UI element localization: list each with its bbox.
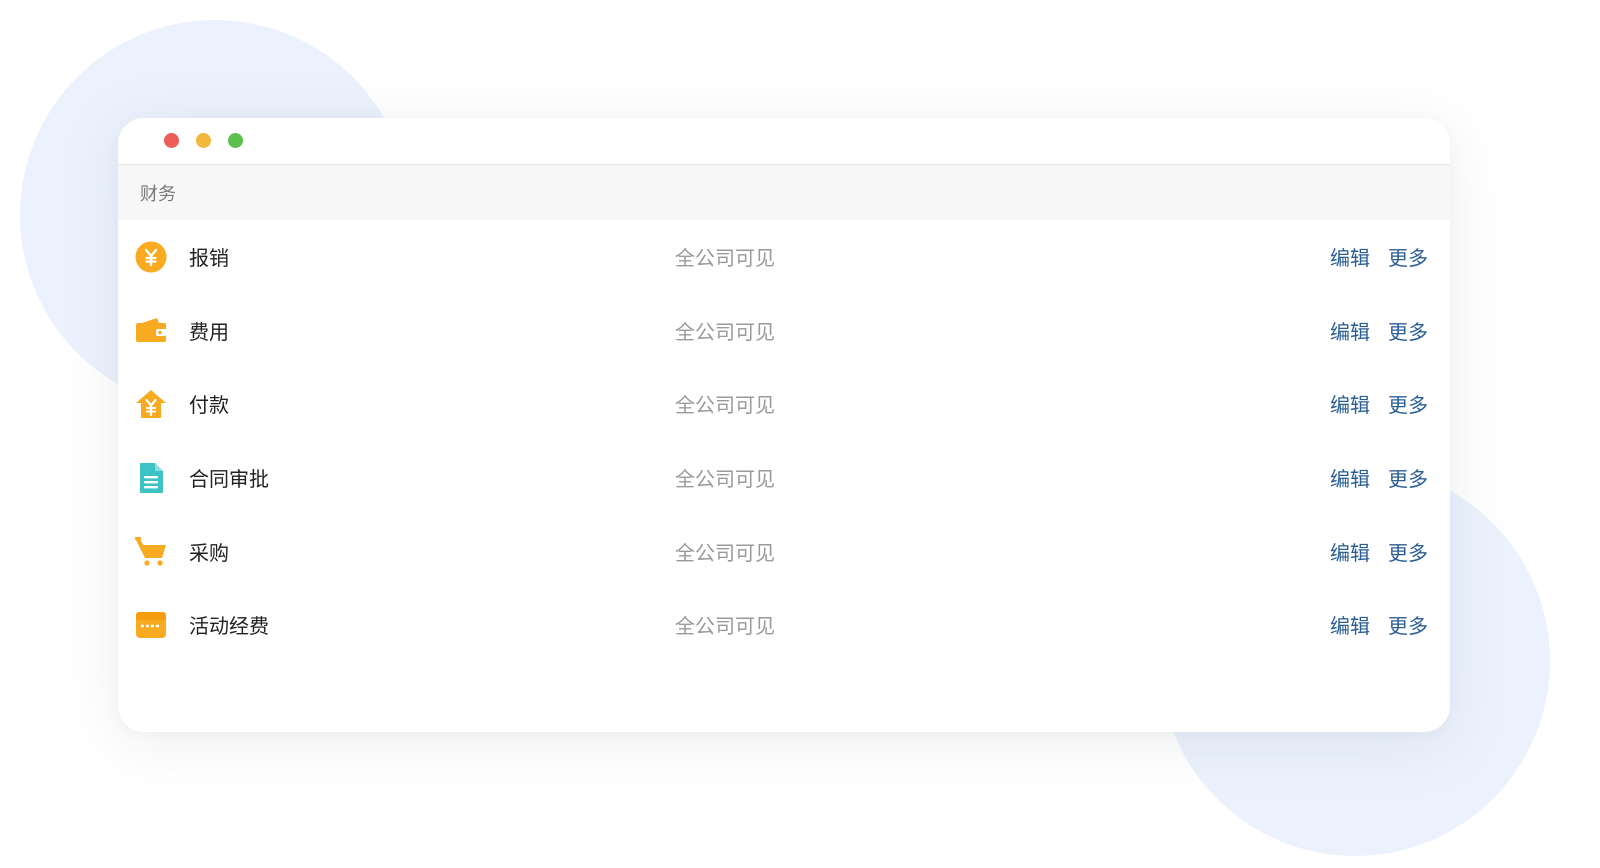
item-visibility: 全公司可见 bbox=[675, 319, 775, 344]
item-actions: 编辑 更多 bbox=[1330, 316, 1428, 345]
list-item[interactable]: 报销 全公司可见 编辑 更多 bbox=[118, 220, 1450, 294]
close-window-button[interactable] bbox=[164, 133, 179, 148]
item-actions: 编辑 更多 bbox=[1330, 389, 1428, 418]
list-item[interactable]: 付款 全公司可见 编辑 更多 bbox=[118, 367, 1450, 441]
shopping-cart-icon bbox=[134, 534, 168, 568]
item-actions: 编辑 更多 bbox=[1330, 610, 1428, 639]
list-item[interactable]: 活动经费 全公司可见 编辑 更多 bbox=[118, 588, 1450, 662]
item-name: 费用 bbox=[189, 319, 229, 344]
more-button[interactable]: 更多 bbox=[1388, 389, 1428, 418]
item-visibility: 全公司可见 bbox=[675, 393, 775, 418]
edit-button[interactable]: 编辑 bbox=[1330, 389, 1370, 418]
maximize-window-button[interactable] bbox=[228, 133, 243, 148]
wallet-icon bbox=[134, 313, 168, 347]
more-button[interactable]: 更多 bbox=[1388, 242, 1428, 271]
section-title: 财务 bbox=[140, 183, 176, 205]
item-name: 活动经费 bbox=[189, 614, 269, 639]
more-button[interactable]: 更多 bbox=[1388, 610, 1428, 639]
item-visibility: 全公司可见 bbox=[675, 246, 775, 271]
edit-button[interactable]: 编辑 bbox=[1330, 610, 1370, 639]
minimize-window-button[interactable] bbox=[196, 133, 211, 148]
item-actions: 编辑 更多 bbox=[1330, 537, 1428, 566]
item-visibility: 全公司可见 bbox=[675, 614, 775, 639]
list-item[interactable]: 合同审批 全公司可见 编辑 更多 bbox=[118, 441, 1450, 515]
house-yen-icon bbox=[134, 387, 168, 421]
section-header: 财务 bbox=[118, 165, 1450, 220]
list-item[interactable]: 采购 全公司可见 编辑 更多 bbox=[118, 514, 1450, 588]
item-name: 合同审批 bbox=[189, 467, 269, 492]
approval-list: 报销 全公司可见 编辑 更多 费用 全公司可见 编辑 更多 付款 全公司可见 编… bbox=[118, 220, 1450, 662]
window-titlebar bbox=[118, 118, 1450, 165]
more-button[interactable]: 更多 bbox=[1388, 537, 1428, 566]
item-name: 报销 bbox=[189, 246, 229, 271]
item-name: 付款 bbox=[189, 393, 229, 418]
list-item[interactable]: 费用 全公司可见 编辑 更多 bbox=[118, 294, 1450, 368]
edit-button[interactable]: 编辑 bbox=[1330, 316, 1370, 345]
yen-coin-icon bbox=[134, 240, 168, 274]
edit-button[interactable]: 编辑 bbox=[1330, 537, 1370, 566]
item-visibility: 全公司可见 bbox=[675, 540, 775, 565]
more-button[interactable]: 更多 bbox=[1388, 316, 1428, 345]
item-actions: 编辑 更多 bbox=[1330, 242, 1428, 271]
ticket-icon bbox=[134, 608, 168, 642]
item-actions: 编辑 更多 bbox=[1330, 463, 1428, 492]
edit-button[interactable]: 编辑 bbox=[1330, 463, 1370, 492]
item-visibility: 全公司可见 bbox=[675, 467, 775, 492]
edit-button[interactable]: 编辑 bbox=[1330, 242, 1370, 271]
app-window: 财务 报销 全公司可见 编辑 更多 费用 全公司可见 编辑 更多 付款 全公司可… bbox=[118, 118, 1450, 732]
item-name: 采购 bbox=[189, 540, 229, 565]
document-icon bbox=[134, 461, 168, 495]
more-button[interactable]: 更多 bbox=[1388, 463, 1428, 492]
